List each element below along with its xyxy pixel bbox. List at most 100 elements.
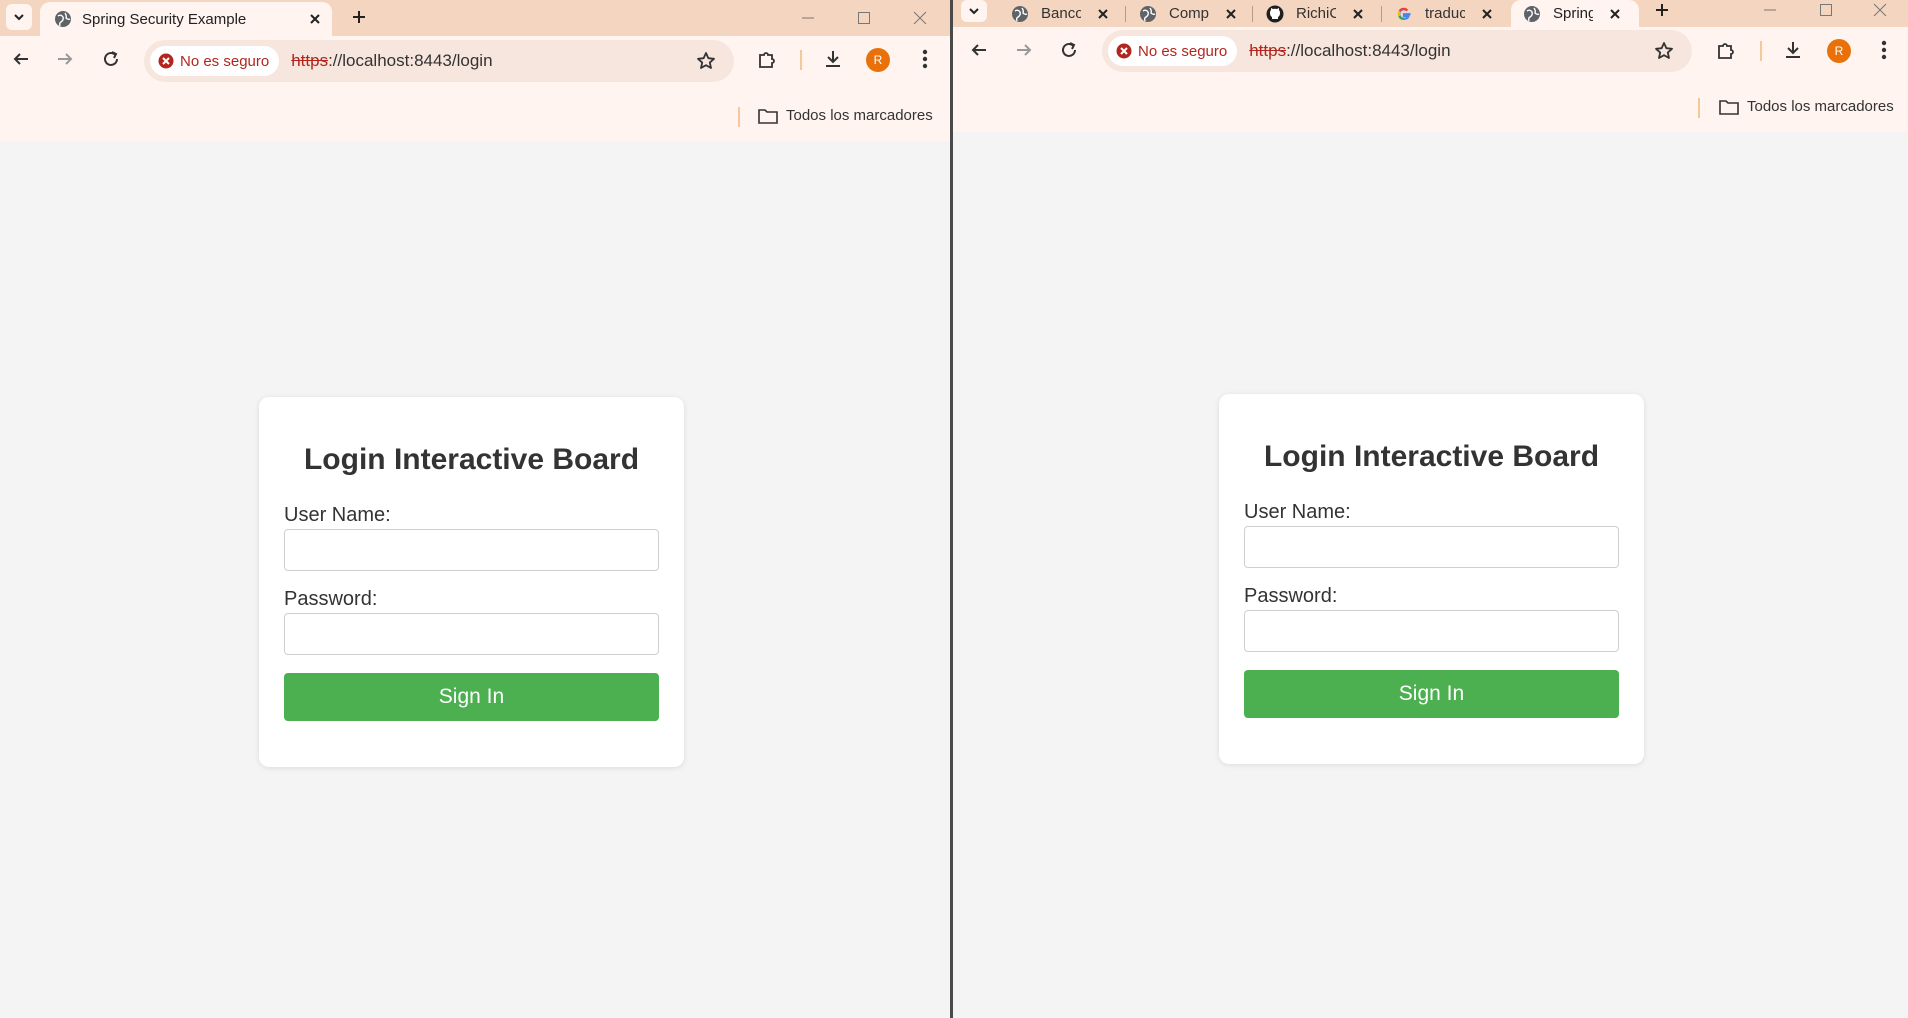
maximize-button[interactable] xyxy=(836,0,892,36)
star-icon[interactable] xyxy=(696,51,716,71)
all-bookmarks-button[interactable]: Todos los marcadores xyxy=(758,107,933,124)
download-icon xyxy=(1786,42,1800,58)
login-card: Login Interactive Board User Name: Passw… xyxy=(1219,394,1644,764)
puzzle-icon xyxy=(759,52,775,68)
tab-title: Banco xyxy=(1041,5,1081,22)
address-bar[interactable]: No es seguro https://localhost:8443/logi… xyxy=(144,40,734,82)
reload-button[interactable] xyxy=(1054,35,1084,65)
google-icon xyxy=(1397,7,1411,20)
extensions-button[interactable] xyxy=(1711,35,1741,65)
profile-avatar[interactable]: R xyxy=(866,48,890,72)
close-tab-icon[interactable] xyxy=(1609,8,1621,20)
github-icon xyxy=(1266,5,1284,22)
maximize-button[interactable] xyxy=(1798,0,1854,20)
menu-button[interactable] xyxy=(910,44,940,74)
username-input[interactable] xyxy=(1244,526,1619,568)
back-button[interactable] xyxy=(964,35,994,65)
minimize-button[interactable] xyxy=(780,0,836,36)
minimize-icon xyxy=(1764,9,1776,11)
sign-in-button[interactable]: Sign In xyxy=(1244,670,1619,718)
tab-traduc[interactable]: traduc xyxy=(1395,0,1515,27)
folder-icon xyxy=(1719,99,1739,115)
toolbar-divider xyxy=(800,50,802,70)
toolbar: No es seguro https://localhost:8443/logi… xyxy=(953,27,1908,132)
forward-button[interactable] xyxy=(50,44,80,74)
menu-button[interactable] xyxy=(1869,35,1899,65)
tab-spring-security-example[interactable]: Spring Security Example xyxy=(40,2,332,36)
close-tab-icon[interactable] xyxy=(1352,8,1364,20)
reload-icon xyxy=(104,51,118,66)
back-button[interactable] xyxy=(6,44,36,74)
bookmarks-divider xyxy=(738,107,740,127)
password-label: Password: xyxy=(1244,585,1338,607)
page-content: Login Interactive Board User Name: Passw… xyxy=(0,141,950,1018)
login-card: Login Interactive Board User Name: Passw… xyxy=(259,397,684,767)
close-tab-icon[interactable] xyxy=(1225,8,1237,20)
downloads-button[interactable] xyxy=(1778,35,1808,65)
downloads-button[interactable] xyxy=(818,44,848,74)
chevron-down-icon xyxy=(14,14,24,21)
tab-comp[interactable]: Comp xyxy=(1139,0,1259,27)
tab-search-button[interactable] xyxy=(6,4,32,30)
site-info-chip[interactable]: No es seguro xyxy=(1108,36,1238,66)
new-tab-button[interactable] xyxy=(1649,0,1675,20)
tab-search-button[interactable] xyxy=(961,0,987,22)
close-icon xyxy=(913,11,927,25)
bookmarks-divider xyxy=(1698,98,1700,118)
folder-icon xyxy=(758,108,778,124)
not-secure-label: No es seguro xyxy=(1138,42,1228,60)
sign-in-button[interactable]: Sign In xyxy=(284,673,659,721)
tab-separator xyxy=(1381,6,1382,22)
minimize-button[interactable] xyxy=(1742,0,1798,20)
tab-strip: Banco Comp RichiC traduc Spring xyxy=(953,0,1908,27)
url-text[interactable]: https://localhost:8443/login xyxy=(291,51,492,71)
tab-banco[interactable]: Banco xyxy=(1011,0,1131,27)
forward-button[interactable] xyxy=(1009,35,1039,65)
not-secure-label: No es seguro xyxy=(180,52,270,70)
close-tab-icon[interactable] xyxy=(1097,8,1109,20)
tab-strip: Spring Security Example xyxy=(0,0,950,36)
maximize-icon xyxy=(858,12,870,24)
password-label: Password: xyxy=(284,588,378,610)
tab-richic[interactable]: RichiC xyxy=(1266,0,1386,27)
username-input[interactable] xyxy=(284,529,659,571)
site-info-chip[interactable]: No es seguro xyxy=(150,46,280,76)
close-tab-icon[interactable] xyxy=(1481,8,1493,20)
arrow-left-icon xyxy=(971,44,986,56)
address-bar[interactable]: No es seguro https://localhost:8443/logi… xyxy=(1102,30,1692,72)
tab-title: RichiC xyxy=(1296,5,1336,22)
new-tab-button[interactable] xyxy=(346,4,372,30)
chevron-down-icon xyxy=(969,8,979,15)
extensions-button[interactable] xyxy=(752,44,782,74)
plus-icon xyxy=(1656,4,1668,16)
arrow-right-icon xyxy=(58,53,73,65)
maximize-icon xyxy=(1820,4,1832,16)
reload-button[interactable] xyxy=(96,44,126,74)
password-input[interactable] xyxy=(1244,610,1619,652)
all-bookmarks-label: Todos los marcadores xyxy=(1747,98,1894,115)
star-icon[interactable] xyxy=(1654,41,1674,61)
tab-title: traduc xyxy=(1425,5,1465,22)
close-window-button[interactable] xyxy=(1852,0,1908,20)
password-input[interactable] xyxy=(284,613,659,655)
login-title: Login Interactive Board xyxy=(303,443,640,476)
url-path: ://localhost:8443/login xyxy=(1286,41,1451,60)
tab-spring[interactable]: Spring xyxy=(1511,0,1639,27)
toolbar: No es seguro https://localhost:8443/logi… xyxy=(0,36,950,141)
url-scheme: https xyxy=(1249,41,1287,60)
reload-icon xyxy=(1062,42,1076,57)
tab-title: Comp xyxy=(1169,5,1209,22)
all-bookmarks-button[interactable]: Todos los marcadores xyxy=(1719,98,1894,115)
globe-icon xyxy=(55,11,71,27)
kebab-menu-icon xyxy=(922,49,928,69)
profile-avatar[interactable]: R xyxy=(1827,39,1851,63)
tab-title: Spring Security Example xyxy=(82,10,247,28)
arrow-right-icon xyxy=(1017,44,1032,56)
close-window-button[interactable] xyxy=(892,0,948,36)
url-text[interactable]: https://localhost:8443/login xyxy=(1249,41,1450,61)
username-label: User Name: xyxy=(284,504,391,526)
not-secure-icon xyxy=(1116,43,1132,59)
page-content: Login Interactive Board User Name: Passw… xyxy=(953,132,1908,1018)
close-tab-icon[interactable] xyxy=(308,12,322,26)
username-label: User Name: xyxy=(1244,501,1351,523)
